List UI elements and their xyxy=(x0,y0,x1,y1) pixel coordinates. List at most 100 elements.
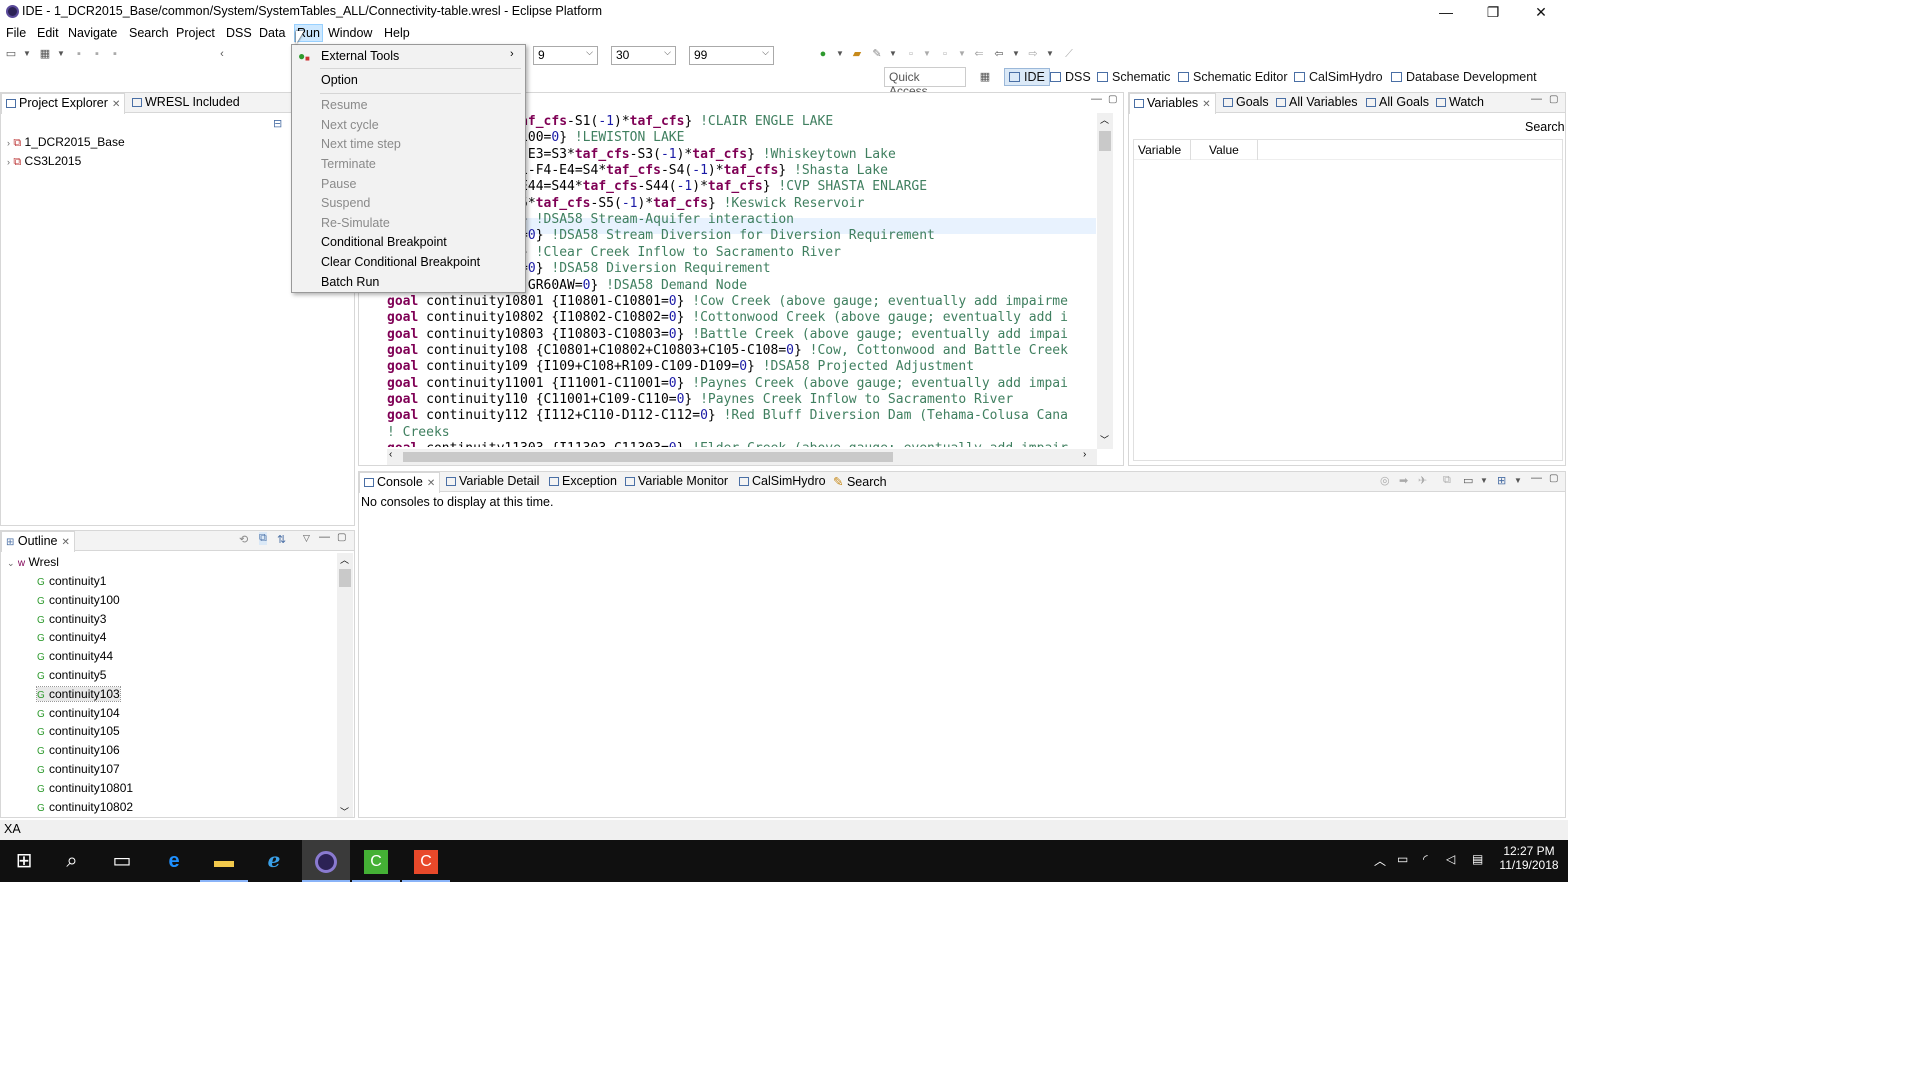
tab-outline[interactable]: ⊞ Outline ✕ xyxy=(1,531,75,552)
quick-access-input[interactable]: Quick Access xyxy=(884,67,966,98)
tab-all-variables[interactable]: All Variables xyxy=(1276,95,1358,109)
scroll-down-icon[interactable]: ﹀ xyxy=(340,805,349,818)
file-explorer-icon[interactable]: ▬ xyxy=(200,840,248,882)
tab-goals[interactable]: Goals xyxy=(1223,95,1269,109)
tab-project-explorer[interactable]: Project Explorer ✕ xyxy=(1,93,126,114)
project-item[interactable]: › ⧉ CS3L2015 xyxy=(7,154,81,169)
project-item[interactable]: › ⧉ 1_DCR2015_Base xyxy=(7,135,125,150)
tab-variable-monitor[interactable]: Variable Monitor xyxy=(625,474,728,488)
menu-project[interactable]: Project xyxy=(176,26,215,40)
dropdown-icon[interactable]: ▼ xyxy=(1009,47,1023,61)
menu-item-resume[interactable]: Resume xyxy=(321,98,368,112)
tab-search[interactable]: ✎ Search xyxy=(833,474,887,489)
dropdown-icon[interactable]: ▼ xyxy=(1043,47,1057,61)
dropdown-icon[interactable]: ▼ xyxy=(1480,476,1488,485)
dropdown-icon[interactable]: ▼ xyxy=(20,47,34,61)
outline-item[interactable]: Gcontinuity107 xyxy=(37,762,120,776)
minimize-view-icon[interactable]: — xyxy=(1531,472,1542,484)
run-icon[interactable]: ● xyxy=(816,47,830,61)
task-view-icon[interactable]: ▭ xyxy=(98,840,146,882)
link-icon[interactable]: ⧉ xyxy=(259,532,267,545)
perspective-calsimhydro[interactable]: CalSimHydro xyxy=(1294,70,1383,84)
outline-scrollbar[interactable]: ︿ ﹀ xyxy=(337,553,353,817)
outline-item[interactable]: Gcontinuity10801 xyxy=(37,781,133,795)
minimize-view-icon[interactable]: — xyxy=(1531,93,1542,105)
scroll-thumb[interactable] xyxy=(403,452,893,462)
display-console-icon[interactable]: ▭ xyxy=(1463,474,1473,487)
menu-item-conditional-breakpoint[interactable]: Conditional Breakpoint xyxy=(321,235,447,249)
maximize-view-icon[interactable]: ▢ xyxy=(1549,94,1558,105)
open-perspective-icon[interactable]: ▦ xyxy=(978,70,992,84)
menu-item-re-simulate[interactable]: Re-Simulate xyxy=(321,216,390,230)
tab-wresl-included[interactable]: WRESL Included xyxy=(132,95,240,109)
menu-data[interactable]: Data xyxy=(259,26,285,40)
maximize-button[interactable]: ❐ xyxy=(1470,2,1516,22)
perspective-schematic-editor[interactable]: Schematic Editor xyxy=(1178,70,1287,84)
variables-search-button[interactable]: Search xyxy=(1525,120,1565,134)
open-folder-icon[interactable]: ▰ xyxy=(850,47,864,61)
menu-item-suspend[interactable]: Suspend xyxy=(321,196,370,210)
menu-file[interactable]: File xyxy=(6,26,26,40)
pin-icon[interactable]: ⟋ xyxy=(1062,47,1076,61)
outline-item[interactable]: Gcontinuity100 xyxy=(37,593,120,607)
search-icon[interactable]: ⌕ xyxy=(48,840,96,882)
combo-2[interactable]: 30 ⌵ xyxy=(611,46,676,65)
battery-icon[interactable]: ▭ xyxy=(1397,852,1408,866)
outline-item[interactable]: Gcontinuity1 xyxy=(37,574,106,588)
back-icon[interactable]: ‹ xyxy=(215,47,229,61)
menu-item-next-cycle[interactable]: Next cycle xyxy=(321,118,379,132)
dropdown-icon[interactable]: ▼ xyxy=(54,47,68,61)
scroll-right-icon[interactable]: › xyxy=(1083,449,1086,460)
view-menu-icon[interactable]: ▽ xyxy=(303,533,310,544)
volume-icon[interactable]: ◁ xyxy=(1446,852,1455,866)
menu-item-option[interactable]: Option xyxy=(321,73,358,87)
forward-icon[interactable]: ➡ xyxy=(1399,474,1408,487)
column-value[interactable]: Value xyxy=(1209,143,1239,157)
combo-3[interactable]: 99 ⌵ xyxy=(689,46,774,65)
print-icon[interactable]: ▪ xyxy=(108,47,122,61)
outline-item[interactable]: Gcontinuity4 xyxy=(37,630,106,644)
annotation-icon[interactable]: ▫ xyxy=(904,47,918,61)
step-icon[interactable]: ✈ xyxy=(1418,474,1427,487)
pin-console-icon[interactable]: ⧉ xyxy=(1443,474,1451,487)
scroll-thumb[interactable] xyxy=(1099,131,1111,151)
collapse-all-icon[interactable]: ⊟ xyxy=(273,117,282,130)
editor-hscrollbar[interactable]: ‹ › xyxy=(387,449,1097,465)
maximize-view-icon[interactable]: ▢ xyxy=(337,532,346,543)
minimize-button[interactable]: — xyxy=(1423,2,1469,22)
nav-forward-icon[interactable]: ⇨ xyxy=(1026,47,1040,61)
show-hidden-icons-icon[interactable]: ︿ xyxy=(1374,852,1386,869)
scroll-thumb[interactable] xyxy=(339,569,351,587)
editor-vscrollbar[interactable]: ︿ ﹀ xyxy=(1097,113,1113,449)
wifi-icon[interactable]: ◜ xyxy=(1423,852,1428,866)
menu-dss[interactable]: DSS xyxy=(226,26,252,40)
variables-table[interactable]: Variable Value xyxy=(1133,139,1563,461)
menu-item-clear-conditional-breakpoint[interactable]: Clear Conditional Breakpoint xyxy=(321,255,480,269)
new-project-icon[interactable]: ▦ xyxy=(38,47,52,61)
windows-start-icon[interactable]: ⊞ xyxy=(0,840,48,882)
minimize-view-icon[interactable]: — xyxy=(319,531,330,543)
close-button[interactable]: ✕ xyxy=(1518,2,1564,22)
scroll-up-icon[interactable]: ︿ xyxy=(1100,113,1109,126)
combo-1[interactable]: 9 ⌵ xyxy=(533,46,598,65)
tab-calsimhydro[interactable]: CalSimHydro xyxy=(739,474,826,488)
dropdown-icon[interactable]: ▼ xyxy=(833,47,847,61)
scroll-down-icon[interactable]: ﹀ xyxy=(1100,433,1109,446)
save-icon[interactable]: ▪ xyxy=(72,47,86,61)
column-variable[interactable]: Variable xyxy=(1138,143,1181,157)
tab-exception[interactable]: Exception xyxy=(549,474,617,488)
perspective-schematic[interactable]: Schematic xyxy=(1097,70,1170,84)
menu-item-next-time-step[interactable]: Next time step xyxy=(321,137,401,151)
annotation2-icon[interactable]: ▫ xyxy=(938,47,952,61)
outline-item[interactable]: Gcontinuity104 xyxy=(37,706,120,720)
new-icon[interactable]: ▭ xyxy=(4,47,18,61)
sort-icon[interactable]: ⇅ xyxy=(277,533,286,546)
tab-console[interactable]: Console ✕ xyxy=(359,472,441,493)
menu-help[interactable]: Help xyxy=(384,26,410,40)
red-app-icon[interactable]: C xyxy=(402,840,450,882)
internet-explorer-icon[interactable]: ℯ xyxy=(250,840,298,882)
dropdown-icon[interactable]: ▼ xyxy=(886,47,900,61)
perspective-database-development[interactable]: Database Development xyxy=(1391,70,1537,84)
perspective-ide[interactable]: IDE xyxy=(1004,68,1050,86)
nav-back-icon[interactable]: ⇦ xyxy=(992,47,1006,61)
